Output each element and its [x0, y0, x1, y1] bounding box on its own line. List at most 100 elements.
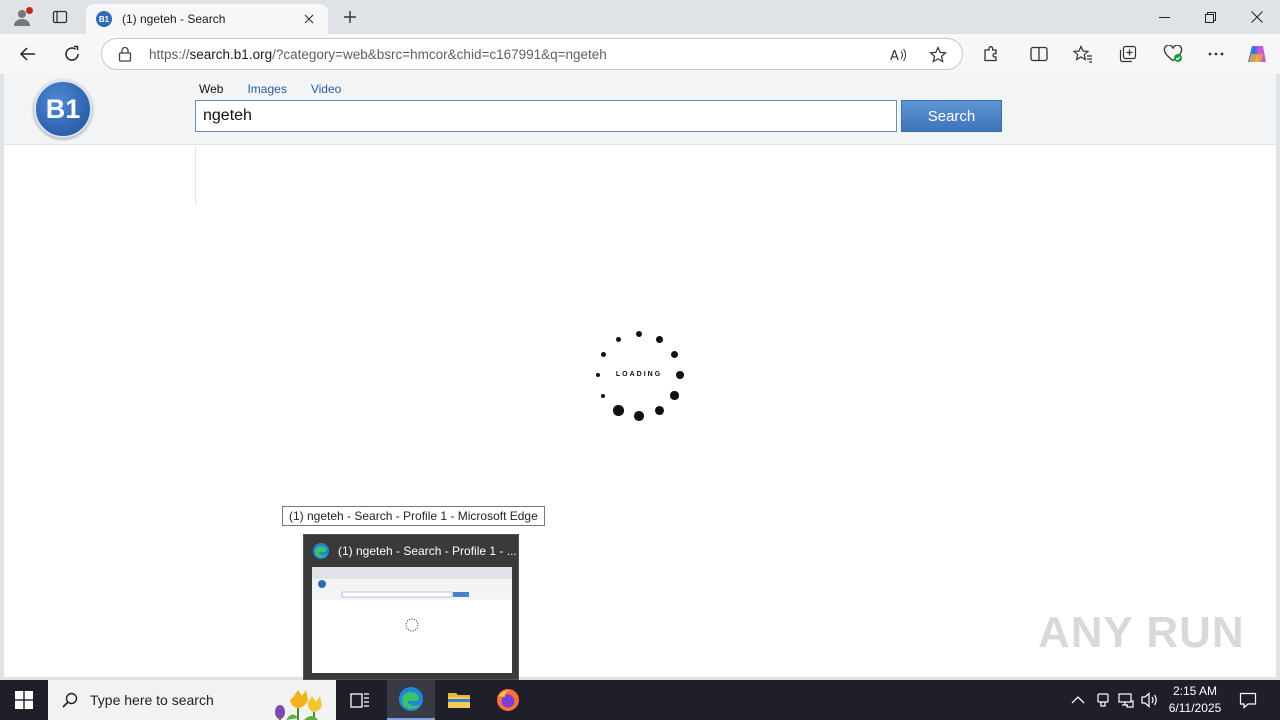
windows-taskbar: Type here to search 2:15 AM 6/11/2025 — [0, 680, 1280, 720]
refresh-icon — [65, 45, 79, 61]
notification-dot — [26, 7, 33, 14]
split-screen-button[interactable] — [1024, 40, 1054, 68]
url-path: /?category=web&bsrc=hmcor&chid=c167991&q… — [272, 47, 607, 62]
minimize-button[interactable] — [1141, 0, 1187, 34]
close-window-button[interactable] — [1234, 0, 1280, 34]
taskbar-search-placeholder: Type here to search — [90, 692, 214, 708]
firefox-icon — [497, 689, 519, 711]
tab-title: (1) ngeteh - Search — [122, 12, 226, 26]
tab-actions-icon — [52, 10, 68, 24]
task-view-icon — [350, 693, 369, 708]
browser-toolbar: https://search.b1.org/?category=web&bsrc… — [0, 34, 1280, 74]
taskbar-file-explorer[interactable] — [435, 680, 483, 720]
url-scheme: https:// — [149, 47, 190, 62]
favorites-button[interactable] — [1068, 40, 1098, 68]
read-aloud-icon: A — [890, 48, 906, 63]
tray-usb-button[interactable] — [1093, 690, 1113, 710]
loading-dot — [615, 336, 622, 343]
loading-text: LOADING — [615, 371, 663, 378]
favorites-icon — [1073, 45, 1092, 63]
extensions-icon — [984, 46, 997, 62]
loading-dot — [676, 371, 684, 379]
loading-dot — [613, 405, 624, 416]
chevron-up-icon — [1071, 696, 1085, 704]
minimize-icon — [1158, 16, 1170, 18]
plus-icon — [344, 11, 356, 23]
loading-dot — [634, 411, 644, 421]
tulip-decoration-icon — [275, 690, 322, 720]
taskbar-window-thumbnail[interactable]: (1) ngeteh - Search - Profile 1 - ... — [303, 534, 519, 680]
collections-icon — [1119, 45, 1137, 63]
b1-favicon-icon: B1 — [96, 11, 112, 27]
page-preview-graphic — [312, 567, 512, 632]
taskbar-search-box[interactable]: Type here to search — [48, 680, 336, 720]
clock-date: 6/11/2025 — [1168, 701, 1222, 715]
extensions-button[interactable] — [976, 40, 1006, 68]
tab-images[interactable]: Images — [247, 82, 286, 96]
active-tab[interactable]: B1 (1) ngeteh - Search — [86, 4, 328, 34]
tray-volume-button[interactable] — [1140, 690, 1160, 710]
windows-logo-icon — [15, 691, 33, 709]
taskbar-clock[interactable]: 2:15 AM 6/11/2025 — [1158, 683, 1232, 717]
sidebar-divider — [195, 146, 196, 204]
copilot-button[interactable] — [1242, 40, 1272, 68]
notification-icon — [1239, 692, 1257, 709]
more-icon — [1208, 52, 1224, 56]
thumbnail-preview — [312, 567, 512, 673]
taskbar-edge[interactable] — [387, 680, 435, 720]
loading-dot — [600, 351, 607, 358]
tray-network-button[interactable] — [1116, 690, 1136, 710]
lock-icon[interactable] — [118, 46, 132, 62]
restore-button[interactable] — [1187, 0, 1233, 34]
loading-dot — [635, 330, 643, 338]
usb-device-icon — [1097, 693, 1109, 707]
network-icon — [1118, 693, 1134, 708]
browser-essentials-icon — [1163, 45, 1183, 62]
edge-icon — [399, 687, 423, 711]
profile-button[interactable] — [8, 4, 36, 30]
new-tab-button[interactable] — [338, 5, 362, 29]
b1-logo[interactable]: B1 — [34, 80, 92, 138]
close-icon — [304, 14, 314, 24]
start-button[interactable] — [0, 680, 48, 720]
svg-text:A: A — [890, 49, 899, 63]
thumbnail-title-bar: (1) ngeteh - Search - Profile 1 - ... — [312, 542, 517, 560]
url-host: search.b1.org — [189, 47, 273, 62]
show-hidden-icons-button[interactable] — [1068, 690, 1088, 710]
back-button[interactable] — [13, 40, 43, 68]
back-icon — [19, 47, 35, 61]
tab-close-button[interactable] — [300, 10, 318, 28]
browser-essentials-button[interactable] — [1158, 40, 1188, 68]
taskbar-firefox[interactable] — [484, 680, 532, 720]
refresh-button[interactable] — [57, 40, 87, 68]
copilot-icon — [1248, 46, 1266, 62]
search-icon — [62, 692, 78, 708]
task-view-button[interactable] — [336, 680, 384, 720]
favorite-button[interactable] — [927, 44, 949, 66]
search-input[interactable]: ngeteh — [195, 100, 897, 132]
loading-spinner: LOADING — [589, 325, 689, 425]
tab-actions-button[interactable] — [46, 4, 74, 30]
restore-icon — [1204, 11, 1216, 23]
search-button[interactable]: Search — [901, 100, 1002, 132]
more-button[interactable] — [1201, 40, 1231, 68]
speaker-icon — [1141, 692, 1157, 708]
read-aloud-button[interactable]: A — [888, 44, 910, 66]
browser-tab-bar: B1 (1) ngeteh - Search — [0, 0, 1280, 34]
split-screen-icon — [1030, 46, 1048, 62]
loading-dot — [670, 391, 679, 400]
tab-web[interactable]: Web — [199, 82, 223, 96]
anyrun-watermark: ANY RUN — [1038, 608, 1245, 657]
loading-dot — [601, 393, 606, 398]
address-bar[interactable]: https://search.b1.org/?category=web&bsrc… — [101, 38, 963, 70]
notifications-button[interactable] — [1238, 690, 1258, 710]
edge-icon — [313, 543, 329, 559]
taskbar-tooltip: (1) ngeteh - Search - Profile 1 - Micros… — [282, 506, 545, 526]
web-page-viewport: B1 Web Images Video ngeteh Search LOADIN… — [4, 74, 1276, 677]
loading-dot — [670, 350, 679, 359]
clock-time: 2:15 AM — [1172, 684, 1218, 698]
url-text: https://search.b1.org/?category=web&bsrc… — [149, 47, 607, 62]
tab-video[interactable]: Video — [311, 82, 341, 96]
collections-button[interactable] — [1113, 40, 1143, 68]
thumbnail-title: (1) ngeteh - Search - Profile 1 - ... — [338, 544, 517, 558]
